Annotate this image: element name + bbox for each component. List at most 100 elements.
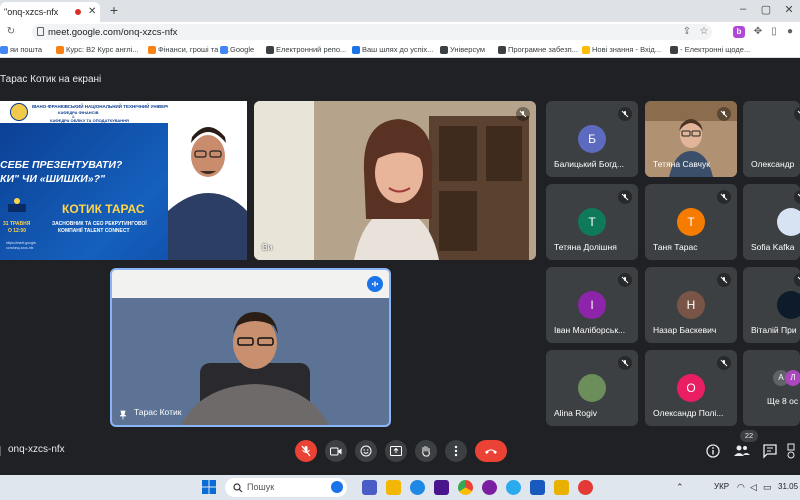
present-button[interactable] [385, 440, 407, 462]
self-video-tile[interactable]: Ви [254, 101, 536, 260]
bookmark-item[interactable]: Універсум [440, 45, 485, 54]
extension-icon[interactable]: b [733, 26, 745, 38]
word-icon[interactable] [530, 480, 545, 495]
folder-icon[interactable] [554, 480, 569, 495]
raise-hand-button[interactable] [415, 440, 437, 462]
participant-tile[interactable]: Н Назар Баскевич [645, 267, 737, 343]
activities-button[interactable] [787, 443, 800, 459]
taskbar-search[interactable]: Пошук [225, 478, 347, 497]
wifi-icon[interactable]: ◠ [737, 482, 745, 493]
battery-icon[interactable]: ▭ [763, 482, 772, 493]
participant-tile[interactable]: О Олександр Полі... [645, 350, 737, 426]
reactions-button[interactable] [355, 440, 377, 462]
presenter-video-tile[interactable]: Тарас Котик [110, 268, 391, 427]
new-tab-button[interactable]: + [106, 2, 122, 18]
bookmark-item[interactable]: Програмне забезп... [498, 45, 578, 54]
minimize-button[interactable]: – [735, 3, 751, 15]
maximize-button[interactable]: ▢ [758, 3, 774, 16]
bookmark-item[interactable]: яи пошта [0, 45, 42, 54]
bookmark-item[interactable]: Електронний репо... [266, 45, 346, 54]
lock-icon [37, 27, 44, 36]
participant-name: Назар Баскевич [653, 325, 717, 335]
address-bar[interactable]: meet.google.com/onq-xzcs-nfx [32, 24, 712, 40]
participant-tile[interactable]: Т Таня Тарас [645, 184, 737, 260]
profile-icon[interactable]: ● [783, 25, 797, 39]
browser-tab-strip: "onq-xzcs-nfx ✕ + – ▢ ✕ [0, 0, 800, 22]
more-options-button[interactable] [445, 440, 467, 462]
participant-tile[interactable]: Б Балицький Богд... [546, 101, 638, 177]
bookmark-item[interactable]: - Електронні щоде... [670, 45, 750, 54]
star-icon[interactable]: ☆ [697, 25, 711, 39]
clock-date[interactable]: 31.05 [778, 482, 798, 491]
participant-tile[interactable]: Sofia Kafka [743, 184, 800, 260]
participant-tile[interactable]: Олександр [743, 101, 800, 177]
mic-off-icon [717, 273, 731, 287]
mic-off-icon [618, 273, 632, 287]
leave-call-button[interactable] [475, 440, 507, 462]
presenting-label: Тарас Котик на екрані [0, 74, 102, 85]
reload-icon[interactable]: ↻ [4, 25, 18, 39]
participant-name: Тетяна Долішня [554, 242, 617, 252]
mic-off-icon [618, 190, 632, 204]
tray-overflow-icon[interactable]: ⌃ [676, 482, 684, 493]
participant-tile[interactable]: А Л Ще 8 ос [743, 350, 800, 426]
presentation-tile[interactable]: ІВАНО-ФРАНКІВСЬКИЙ НАЦІОНАЛЬНИЙ ТЕХНІЧНИ… [0, 101, 247, 260]
chrome-icon[interactable] [458, 480, 473, 495]
volume-icon[interactable]: ◁ [750, 482, 757, 493]
people-button[interactable] [733, 443, 751, 459]
grid-icon [440, 45, 448, 54]
telegram-icon[interactable] [506, 480, 521, 495]
puzzle-icon[interactable]: ✥ [751, 25, 765, 39]
participant-tile[interactable]: Віталій При [743, 267, 800, 343]
chat-button[interactable] [762, 443, 778, 459]
taskbar-search-label: Пошук [247, 482, 275, 492]
bookmark-label: Універсум [450, 45, 486, 54]
edge-icon[interactable] [410, 480, 425, 495]
participant-avatar: Т [677, 208, 705, 236]
meeting-details-button[interactable] [705, 443, 721, 459]
store-icon[interactable] [434, 480, 449, 495]
repo-icon [266, 45, 274, 54]
app-icon[interactable] [578, 480, 593, 495]
viber-icon[interactable] [482, 480, 497, 495]
info-icon [706, 444, 720, 458]
chat-icon [763, 444, 777, 459]
bookmarks-bar: яи пошта Курс: B2 Курс англі... Фінанси, г… [0, 42, 800, 58]
slide-question-2: КИ" ЧИ «ШИШКИ»?" [0, 173, 105, 185]
file-explorer-icon[interactable] [386, 480, 401, 495]
windows-taskbar: Пошук ⌃ УКР ◠ ◁ ▭ 31.05 [0, 475, 800, 500]
more-vert-icon [454, 445, 458, 457]
bookmark-label: Курс: B2 Курс англі... [66, 45, 139, 54]
mic-toggle-button[interactable] [295, 440, 317, 462]
participant-tile[interactable]: Alina Rogiv [546, 350, 638, 426]
slide-role-2: КОМПАНІЇ TALENT CONNECT [58, 228, 130, 234]
bookmark-item[interactable]: Google [220, 45, 254, 54]
bookmark-item[interactable]: Фінанси, гроші та к... [148, 45, 230, 54]
participant-tile[interactable]: І Іван Маліборськ... [546, 267, 638, 343]
pin-icon[interactable] [118, 407, 128, 420]
browser-tab[interactable]: "onq-xzcs-nfx ✕ [0, 2, 100, 22]
university-logo-icon [10, 103, 28, 121]
tab-close-icon[interactable]: ✕ [88, 6, 96, 17]
end-call-icon [485, 449, 497, 454]
sidebar-icon[interactable]: ▯ [767, 25, 781, 39]
task-view-icon[interactable] [362, 480, 377, 495]
participant-photo-avatar [578, 374, 606, 402]
bookmark-label: Електронний репо... [276, 45, 347, 54]
moodle-icon [148, 45, 156, 54]
bookmark-item[interactable]: Нові знання - Вхід... [582, 45, 661, 54]
bookmark-item[interactable]: Курс: B2 Курс англі... [56, 45, 139, 54]
windows-start-icon[interactable] [202, 480, 216, 494]
participant-name: Олександр [751, 159, 795, 169]
bookmark-item[interactable]: Ваш шлях до успіх... [352, 45, 433, 54]
participant-avatar: І [578, 291, 606, 319]
participant-tile[interactable]: Тетяна Савчук [645, 101, 737, 177]
share-icon[interactable]: ⇪ [680, 25, 694, 39]
camera-toggle-button[interactable] [325, 440, 347, 462]
participant-tile[interactable]: Т Тетяна Долішня [546, 184, 638, 260]
self-video-image [254, 101, 536, 260]
mic-off-icon [516, 107, 530, 121]
close-window-button[interactable]: ✕ [781, 3, 797, 16]
language-indicator[interactable]: УКР [714, 482, 729, 491]
mail-icon [0, 45, 8, 54]
